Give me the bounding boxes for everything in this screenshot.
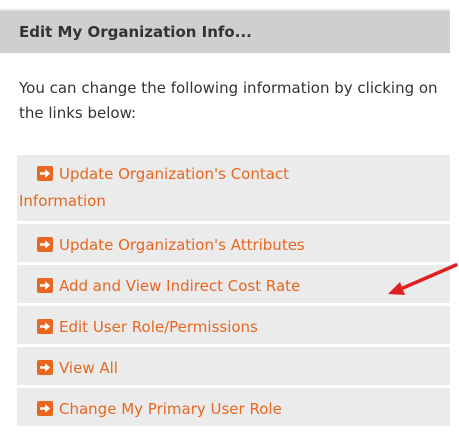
link-view-all[interactable]: View All xyxy=(17,347,450,388)
link-label: Edit User Role/Permissions xyxy=(59,318,258,336)
link-label: Add and View Indirect Cost Rate xyxy=(59,277,301,295)
arrow-right-icon xyxy=(37,278,53,293)
arrow-right-icon xyxy=(37,401,53,416)
intro-text: You can change the following information… xyxy=(19,79,438,122)
link-update-attributes[interactable]: Update Organization's Attributes xyxy=(17,224,450,265)
panel-header: Edit My Organization Info... xyxy=(0,9,450,53)
link-label: Change My Primary User Role xyxy=(59,400,282,418)
link-edit-user-role[interactable]: Edit User Role/Permissions xyxy=(17,306,450,347)
arrow-right-icon xyxy=(37,166,53,181)
arrow-right-icon xyxy=(37,319,53,334)
link-label: Update Organization's Attributes xyxy=(59,236,305,254)
link-label: Update Organization's Contact xyxy=(59,165,290,183)
link-label-continued: Information xyxy=(19,192,106,210)
link-update-contact-info[interactable]: Update Organization's Contact Informatio… xyxy=(17,155,450,224)
link-change-primary-role[interactable]: Change My Primary User Role xyxy=(17,388,450,429)
arrow-right-icon xyxy=(37,360,53,375)
panel-title: Edit My Organization Info... xyxy=(19,23,252,41)
arrow-right-icon xyxy=(37,237,53,252)
annotation-arrow-icon xyxy=(388,263,458,295)
link-label: View All xyxy=(59,359,118,377)
